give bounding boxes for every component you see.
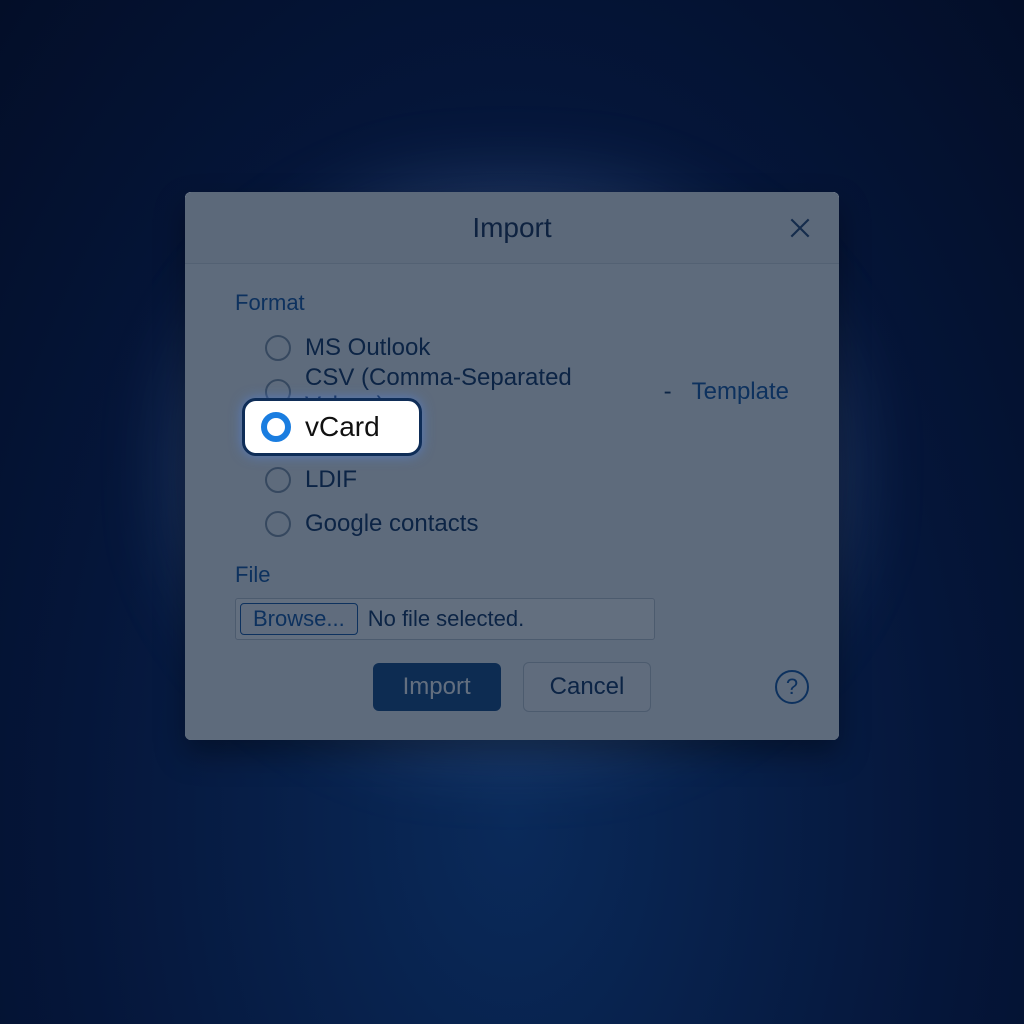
format-section-label: Format [235,290,789,316]
radio-icon-selected [261,412,291,442]
radio-option-ldif[interactable]: LDIF [265,458,789,502]
browse-button[interactable]: Browse... [240,603,358,635]
radio-label: LDIF [305,466,357,494]
dialog-header: Import [185,192,839,264]
help-icon: ? [786,674,798,700]
separator: - [664,378,672,406]
dialog-title: Import [472,212,551,244]
csv-template-link[interactable]: Template [692,378,789,406]
cancel-button[interactable]: Cancel [523,662,652,712]
dialog-footer: Import Cancel ? [185,662,839,712]
highlighted-option-label: vCard [305,411,380,443]
import-dialog: Import Format MS Outlook CSV (Comma-Sepa… [185,192,839,740]
import-button[interactable]: Import [373,663,501,711]
radio-option-google[interactable]: Google contacts [265,502,789,546]
radio-icon [265,335,291,361]
file-section-label: File [235,562,789,588]
help-button[interactable]: ? [775,670,809,704]
radio-icon [265,511,291,537]
radio-icon [265,467,291,493]
file-status-text: No file selected. [368,606,525,632]
file-picker[interactable]: Browse... No file selected. [235,598,655,640]
close-button[interactable] [783,211,817,245]
radio-label: MS Outlook [305,334,430,362]
radio-label: Google contacts [305,510,478,538]
highlighted-option-vcard[interactable]: vCard [242,398,422,456]
close-icon [787,215,813,241]
